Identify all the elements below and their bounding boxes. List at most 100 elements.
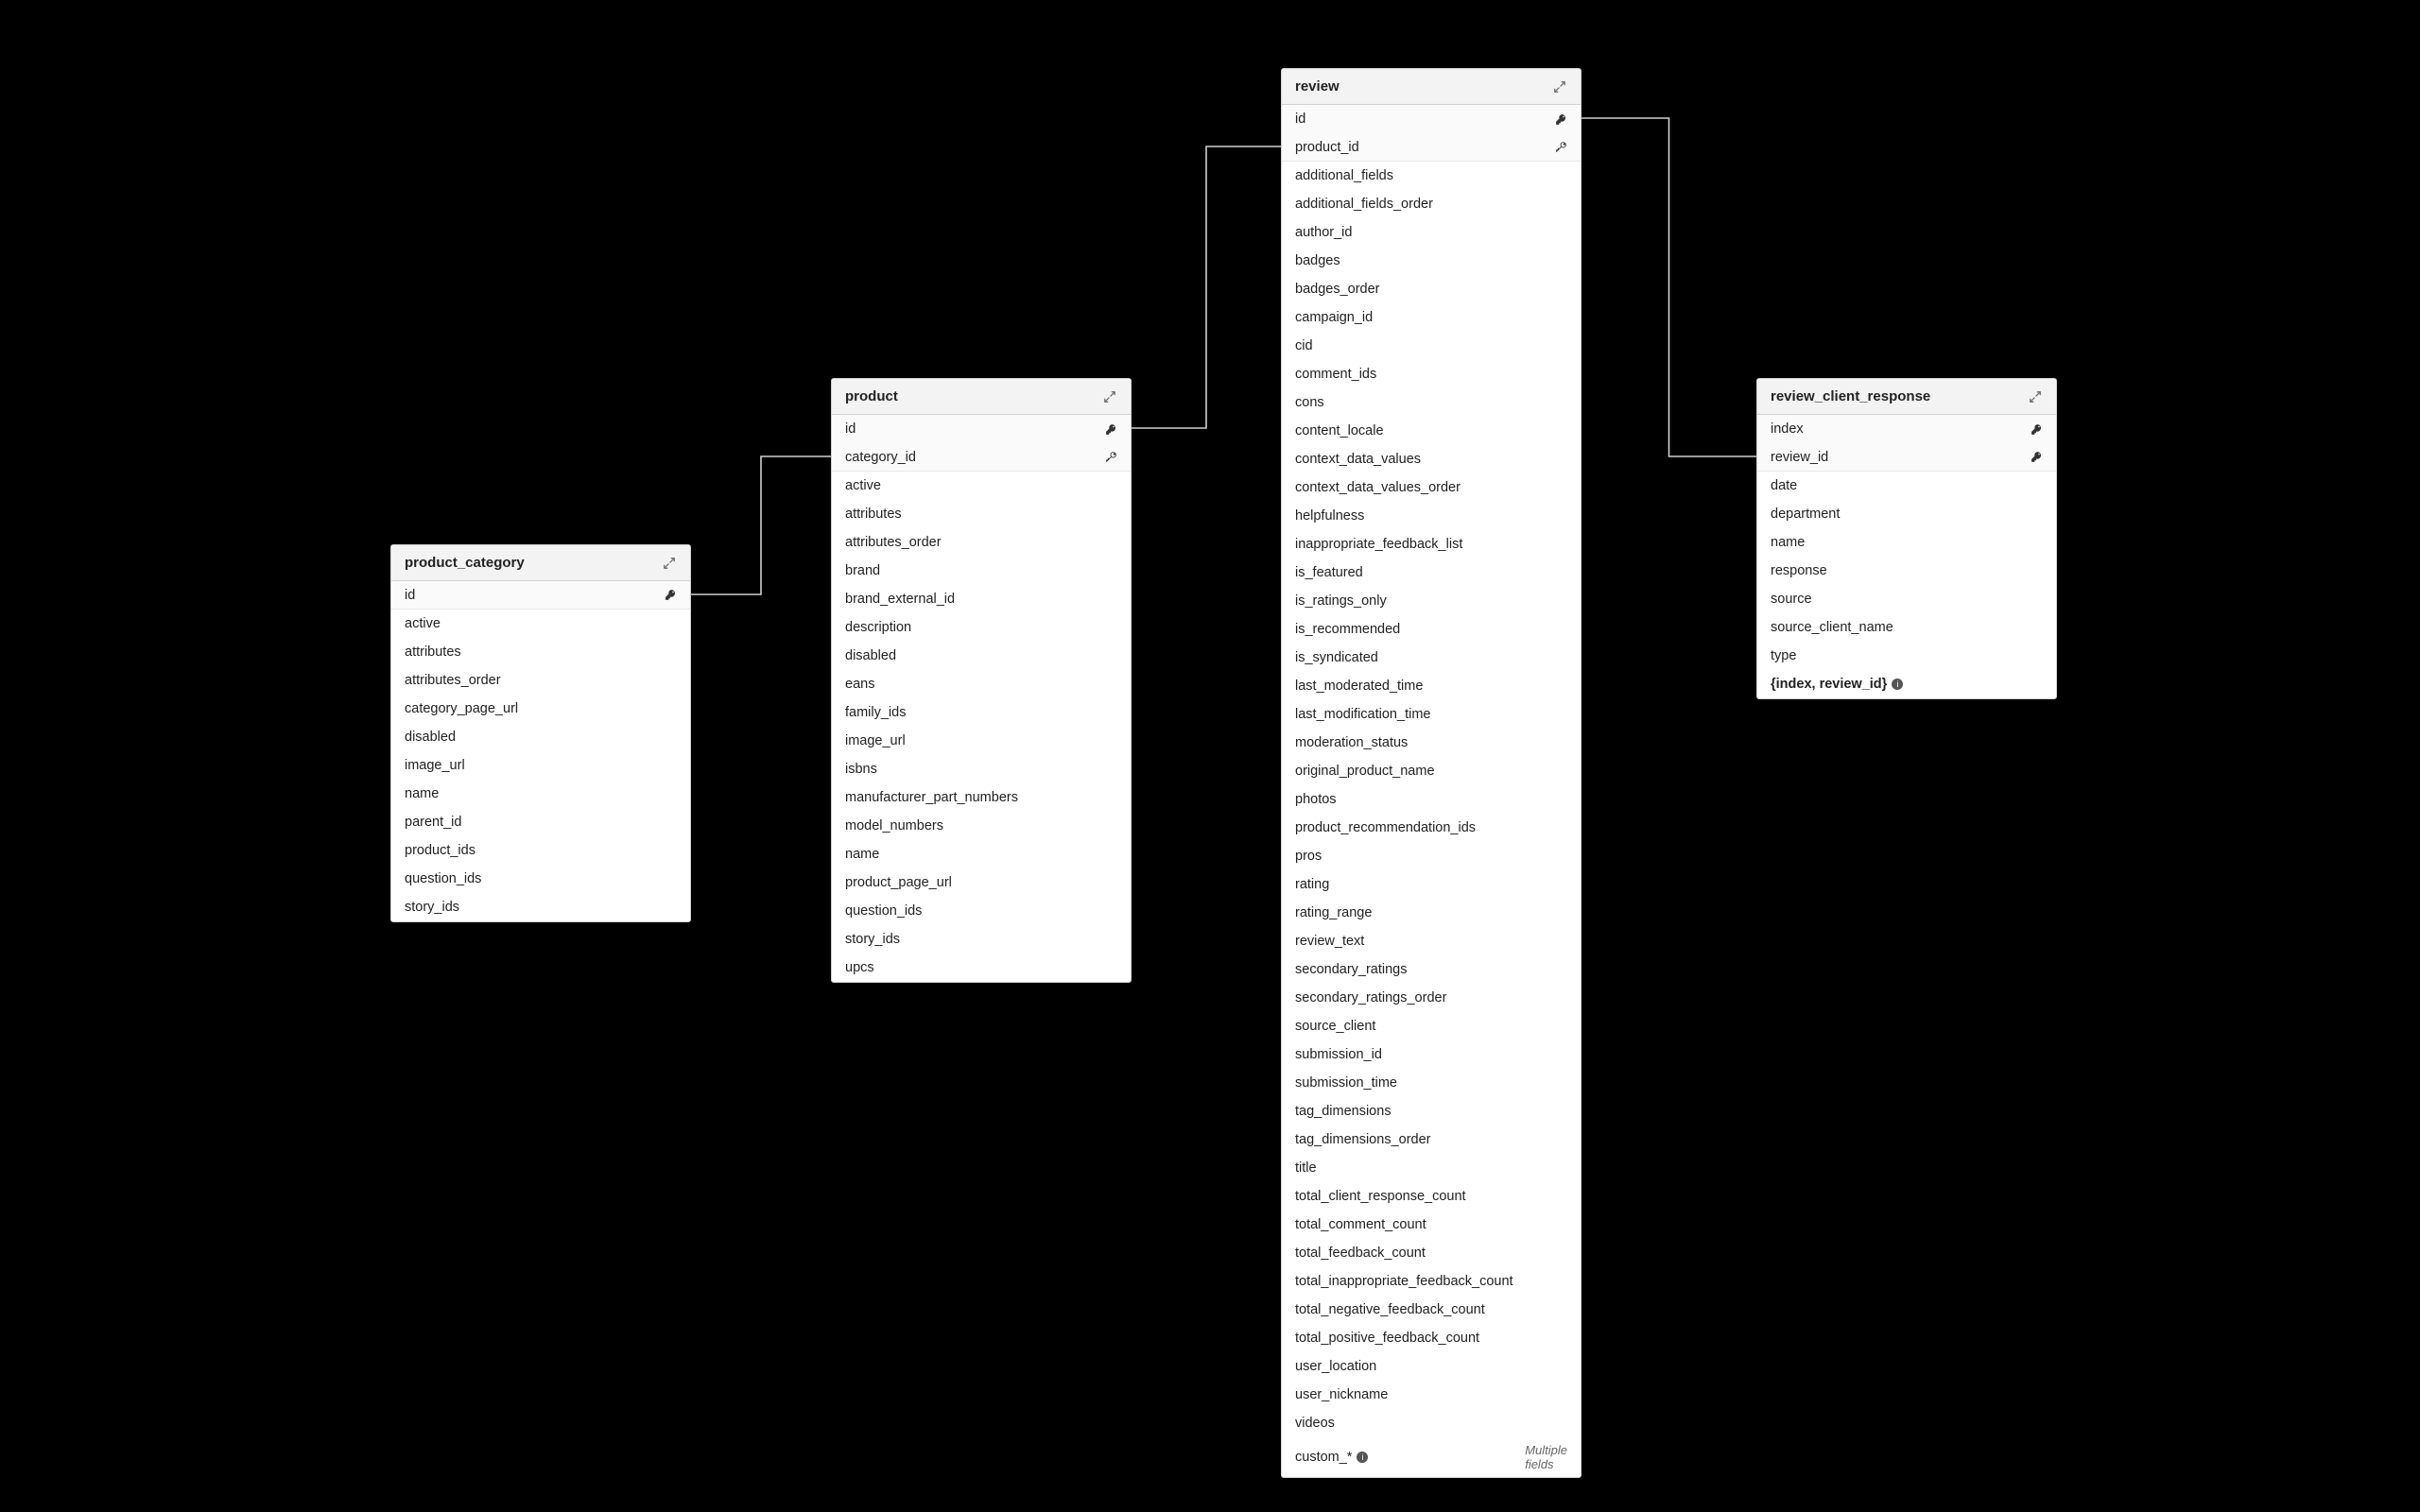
column-row[interactable]: family_ids [832, 698, 1131, 727]
column-row[interactable]: context_data_values [1282, 445, 1581, 473]
column-row[interactable]: question_ids [832, 897, 1131, 925]
column-row[interactable]: is_featured [1282, 558, 1581, 587]
table-review[interactable]: reviewidproduct_idadditional_fieldsaddit… [1281, 68, 1582, 1478]
column-row[interactable]: user_nickname [1282, 1381, 1581, 1409]
column-row[interactable]: review_id [1757, 443, 2056, 472]
column-row[interactable]: id [391, 581, 690, 610]
column-row[interactable]: upcs [832, 954, 1131, 982]
column-row[interactable]: isbns [832, 755, 1131, 783]
column-row[interactable]: category_id [832, 443, 1131, 472]
column-row[interactable]: additional_fields_order [1282, 190, 1581, 218]
expand-icon[interactable] [2028, 389, 2043, 404]
column-row[interactable]: pros [1282, 842, 1581, 870]
column-row[interactable]: title [1282, 1154, 1581, 1182]
column-row[interactable]: secondary_ratings_order [1282, 984, 1581, 1012]
column-row[interactable]: manufacturer_part_numbers [832, 783, 1131, 812]
column-row[interactable]: source [1757, 585, 2056, 613]
column-row[interactable]: story_ids [832, 925, 1131, 954]
column-row[interactable]: department [1757, 500, 2056, 528]
table-header[interactable]: review_client_response [1757, 379, 2056, 415]
column-row[interactable]: product_id [1282, 133, 1581, 162]
column-row[interactable]: active [832, 472, 1131, 500]
column-row[interactable]: photos [1282, 785, 1581, 814]
column-row[interactable]: submission_time [1282, 1069, 1581, 1097]
column-row[interactable]: parent_id [391, 808, 690, 836]
column-row[interactable]: campaign_id [1282, 303, 1581, 332]
column-row[interactable]: attributes [391, 638, 690, 666]
column-row[interactable]: last_moderated_time [1282, 672, 1581, 700]
column-row[interactable]: is_recommended [1282, 615, 1581, 644]
column-row[interactable]: cid [1282, 332, 1581, 360]
column-row[interactable]: context_data_values_order [1282, 473, 1581, 502]
column-row[interactable]: description [832, 613, 1131, 642]
column-row[interactable]: total_client_response_count [1282, 1182, 1581, 1211]
column-row[interactable]: user_location [1282, 1352, 1581, 1381]
column-row[interactable]: active [391, 610, 690, 638]
column-row[interactable]: product_page_url [832, 868, 1131, 897]
column-row[interactable]: attributes_order [391, 666, 690, 695]
column-row[interactable]: date [1757, 472, 2056, 500]
column-row[interactable]: moderation_status [1282, 729, 1581, 757]
column-row[interactable]: disabled [391, 723, 690, 751]
table-review_client_response[interactable]: review_client_responseindexreview_iddate… [1756, 378, 2057, 699]
column-row[interactable]: comment_ids [1282, 360, 1581, 388]
column-row[interactable]: product_recommendation_ids [1282, 814, 1581, 842]
column-row[interactable]: image_url [391, 751, 690, 780]
column-row[interactable]: secondary_ratings [1282, 955, 1581, 984]
column-row[interactable]: last_modification_time [1282, 700, 1581, 729]
expand-icon[interactable] [1102, 389, 1117, 404]
column-row[interactable]: is_syndicated [1282, 644, 1581, 672]
column-row[interactable]: name [832, 840, 1131, 868]
column-row[interactable]: question_ids [391, 865, 690, 893]
column-row[interactable]: model_numbers [832, 812, 1131, 840]
table-header[interactable]: review [1282, 69, 1581, 105]
column-row[interactable]: image_url [832, 727, 1131, 755]
column-row[interactable]: review_text [1282, 927, 1581, 955]
column-row[interactable]: total_positive_feedback_count [1282, 1324, 1581, 1352]
column-row[interactable]: total_comment_count [1282, 1211, 1581, 1239]
column-row[interactable]: source_client [1282, 1012, 1581, 1040]
column-row[interactable]: id [1282, 105, 1581, 133]
column-row[interactable]: rating [1282, 870, 1581, 899]
column-row[interactable]: badges [1282, 247, 1581, 275]
column-row[interactable]: eans [832, 670, 1131, 698]
column-row[interactable]: category_page_url [391, 695, 690, 723]
column-row[interactable]: cons [1282, 388, 1581, 417]
column-row[interactable]: brand [832, 557, 1131, 585]
column-row[interactable]: original_product_name [1282, 757, 1581, 785]
info-icon[interactable]: i [1892, 679, 1903, 690]
column-row[interactable]: is_ratings_only [1282, 587, 1581, 615]
table-header[interactable]: product [832, 379, 1131, 415]
column-row[interactable]: videos [1282, 1409, 1581, 1437]
column-row[interactable]: source_client_name [1757, 613, 2056, 642]
column-row[interactable]: index [1757, 415, 2056, 443]
column-row[interactable]: type [1757, 642, 2056, 670]
column-row[interactable]: submission_id [1282, 1040, 1581, 1069]
column-row[interactable]: product_ids [391, 836, 690, 865]
column-row[interactable]: content_locale [1282, 417, 1581, 445]
column-row[interactable]: helpfulness [1282, 502, 1581, 530]
column-row[interactable]: badges_order [1282, 275, 1581, 303]
column-row[interactable]: name [1757, 528, 2056, 557]
column-row[interactable]: brand_external_id [832, 585, 1131, 613]
column-row[interactable]: {index, review_id}i [1757, 670, 2056, 698]
column-row[interactable]: attributes_order [832, 528, 1131, 557]
column-row[interactable]: name [391, 780, 690, 808]
table-product_category[interactable]: product_categoryidactiveattributesattrib… [390, 544, 691, 922]
expand-icon[interactable] [1552, 79, 1567, 94]
column-row[interactable]: inappropriate_feedback_list [1282, 530, 1581, 558]
column-row[interactable]: total_negative_feedback_count [1282, 1296, 1581, 1324]
table-header[interactable]: product_category [391, 545, 690, 581]
column-row[interactable]: id [832, 415, 1131, 443]
column-row[interactable]: total_inappropriate_feedback_count [1282, 1267, 1581, 1296]
column-row[interactable]: custom_*iMultiple fields [1282, 1437, 1581, 1477]
column-row[interactable]: attributes [832, 500, 1131, 528]
column-row[interactable]: total_feedback_count [1282, 1239, 1581, 1267]
info-icon[interactable]: i [1357, 1452, 1368, 1463]
column-row[interactable]: tag_dimensions [1282, 1097, 1581, 1125]
column-row[interactable]: author_id [1282, 218, 1581, 247]
expand-icon[interactable] [662, 556, 677, 571]
column-row[interactable]: additional_fields [1282, 162, 1581, 190]
table-product[interactable]: productidcategory_idactiveattributesattr… [831, 378, 1132, 983]
column-row[interactable]: disabled [832, 642, 1131, 670]
